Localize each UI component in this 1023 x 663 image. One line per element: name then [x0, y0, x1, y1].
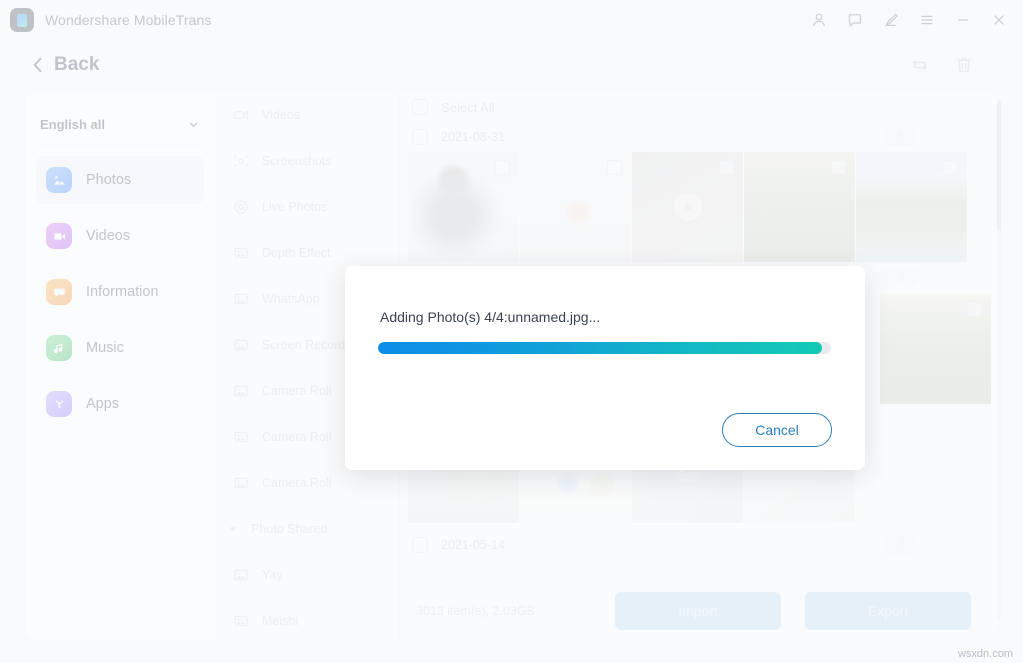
progress-bar-fill: [378, 342, 822, 354]
watermark: wsxdn.com: [957, 648, 1013, 660]
progress-bar-track: [378, 342, 831, 354]
application-window: Wondershare MobileTrans: [0, 0, 1023, 663]
cancel-button[interactable]: Cancel: [722, 413, 832, 447]
progress-message: Adding Photo(s) 4/4:unnamed.jpg...: [380, 309, 601, 325]
progress-dialog: Adding Photo(s) 4/4:unnamed.jpg... Cance…: [345, 266, 865, 470]
